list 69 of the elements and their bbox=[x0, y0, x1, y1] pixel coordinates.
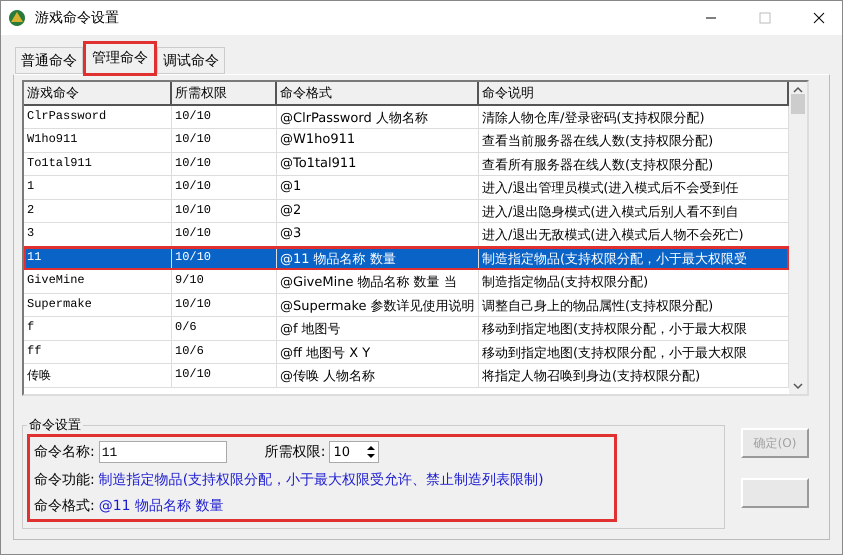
maximize-icon bbox=[759, 12, 771, 24]
tab[interactable]: 普通命令 bbox=[15, 47, 83, 74]
tab[interactable]: 管理命令 bbox=[85, 43, 155, 74]
app-icon bbox=[7, 8, 27, 28]
table-cell: @To1tal911 bbox=[277, 152, 479, 176]
format-text: @11 物品名称 数量 bbox=[98, 497, 224, 515]
button[interactable] bbox=[741, 478, 809, 508]
close-icon bbox=[813, 12, 825, 24]
table-cell: @ff 地图号 X Y bbox=[277, 340, 479, 364]
table-cell: 10/10 bbox=[172, 152, 277, 176]
group-title: 命令设置 bbox=[28, 417, 82, 434]
table-cell: 制造指定物品(支持权限分配) bbox=[479, 270, 789, 294]
table-cell: 移动到指定地图(支持权限分配，小于最大权限 bbox=[479, 340, 789, 364]
table-cell: 1 bbox=[24, 176, 172, 200]
table-cell: @W1ho911 bbox=[277, 129, 479, 152]
table-cell: ff bbox=[24, 340, 172, 364]
table-cell: 查看当前服务器在线人数(支持权限分配) bbox=[479, 129, 789, 152]
table-cell: 进入/退出管理员模式(进入模式后不会受到任 bbox=[479, 176, 789, 200]
table-cell: 将指定人物召唤到身边(支持权限分配) bbox=[479, 364, 789, 388]
field-label: 命令格式: bbox=[34, 497, 95, 515]
table-cell: 10/6 bbox=[172, 340, 277, 364]
column-header[interactable]: 游戏命令 bbox=[24, 82, 172, 106]
table-cell: @f 地图号 bbox=[277, 317, 479, 340]
table-cell: 10/10 bbox=[172, 129, 277, 152]
scroll-down-icon[interactable] bbox=[793, 382, 803, 390]
table-cell: 10/10 bbox=[172, 294, 277, 317]
table-cell: 进入/退出无敌模式(进入模式后人物不会死亡) bbox=[479, 223, 789, 246]
table-cell: 10/10 bbox=[172, 106, 277, 129]
scroll-thumb[interactable] bbox=[791, 94, 805, 114]
table-cell: @11 物品名称 数量 bbox=[277, 246, 479, 270]
table-cell: 查看所有服务器在线人数(支持权限分配) bbox=[479, 152, 789, 176]
table-cell: 10/10 bbox=[172, 246, 277, 270]
table-cell: 10/10 bbox=[172, 176, 277, 200]
table-cell: GiveMine bbox=[24, 270, 172, 294]
table-cell: 传唤 bbox=[24, 364, 172, 388]
column-header[interactable]: 命令说明 bbox=[479, 82, 789, 106]
field-label: 命令名称: bbox=[34, 443, 95, 461]
table-cell: ClrPassword bbox=[24, 106, 172, 129]
name-field[interactable]: 11 bbox=[98, 441, 227, 463]
table-cell: f bbox=[24, 317, 172, 340]
table-cell: W1ho911 bbox=[24, 129, 172, 152]
level-spinner[interactable]: 10 bbox=[329, 441, 380, 463]
table-cell: 9/10 bbox=[172, 270, 277, 294]
table-cell: @ClrPassword 人物名称 bbox=[277, 106, 479, 129]
table-cell: 2 bbox=[24, 200, 172, 223]
tab[interactable]: 调试命令 bbox=[157, 47, 225, 74]
table-cell: Supermake bbox=[24, 294, 172, 317]
table-cell: @2 bbox=[277, 200, 479, 223]
table-cell: 进入/退出隐身模式(进入模式后别人看不到自 bbox=[479, 200, 789, 223]
table-cell: 制造指定物品(支持权限分配，小于最大权限受 bbox=[479, 246, 789, 270]
table-cell: @GiveMine 物品名称 数量 当 bbox=[277, 270, 479, 294]
table-cell: 0/6 bbox=[172, 317, 277, 340]
table-cell: 移动到指定地图(支持权限分配，小于最大权限 bbox=[479, 317, 789, 340]
field-label: 所需权限: bbox=[264, 443, 326, 461]
function-text: 制造指定物品(支持权限分配，小于最大权限受允许、禁止制造列表限制) bbox=[98, 471, 544, 489]
table-cell: 10/10 bbox=[172, 200, 277, 223]
column-header[interactable]: 所需权限 bbox=[172, 82, 277, 106]
table-cell: 调整自己身上的物品属性(支持权限分配) bbox=[479, 294, 789, 317]
window-title: 游戏命令设置 bbox=[35, 9, 120, 27]
table-cell: 11 bbox=[24, 246, 172, 270]
field-label: 命令功能: bbox=[34, 471, 95, 489]
scroll-up-icon[interactable] bbox=[793, 86, 803, 94]
table-cell: 清除人物仓库/登录密码(支持权限分配) bbox=[479, 106, 789, 129]
table-cell: @Supermake 参数详见使用说明 bbox=[277, 294, 479, 317]
table-cell: @传唤 人物名称 bbox=[277, 364, 479, 388]
table-cell: @1 bbox=[277, 176, 479, 200]
table-cell: 10/10 bbox=[172, 364, 277, 388]
table-cell: To1tal911 bbox=[24, 152, 172, 176]
column-header[interactable]: 命令格式 bbox=[277, 82, 479, 106]
